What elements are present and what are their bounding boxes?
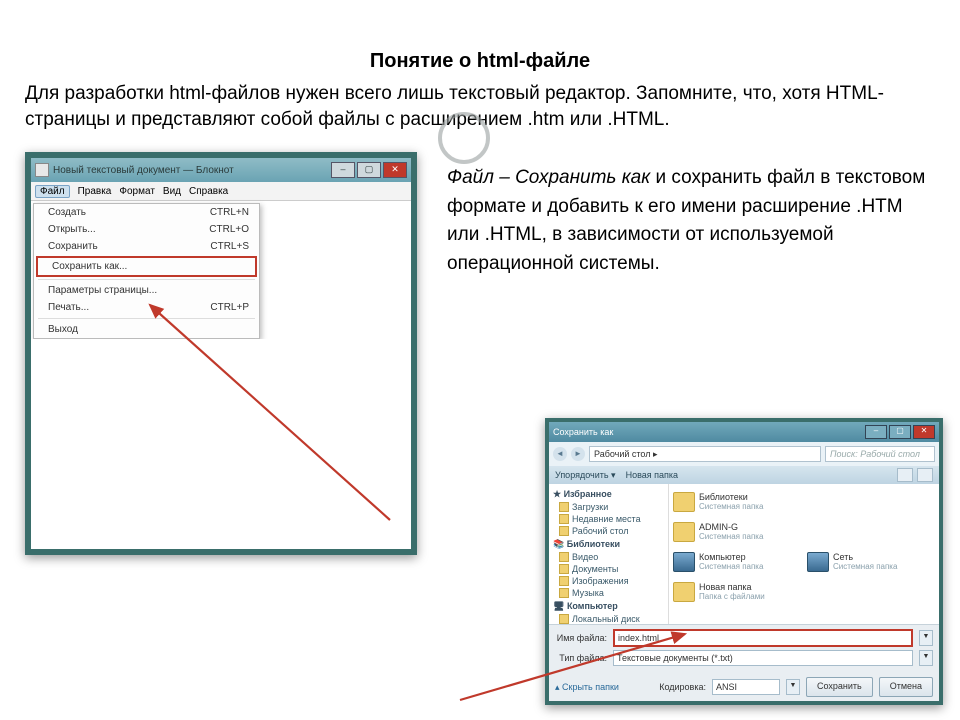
menu-item-exit[interactable]: Выход xyxy=(34,321,259,338)
help-icon[interactable] xyxy=(917,468,933,482)
notepad-icon xyxy=(35,163,49,177)
list-item[interactable]: ADMIN-GСистемная папка xyxy=(673,518,801,546)
search-field[interactable]: Поиск: Рабочий стол xyxy=(825,446,935,462)
dialog-toolbar: Упорядочить ▾ Новая папка xyxy=(549,466,939,484)
dialog-bottom: Имя файла: index.html ▼ Тип файла: Текст… xyxy=(549,624,939,673)
dialog-file-list: БиблиотекиСистемная папка ADMIN-GСистемн… xyxy=(669,484,939,624)
new-folder-button[interactable]: Новая папка xyxy=(626,470,678,480)
list-item[interactable]: Новая папкаПапка с файлами xyxy=(673,578,801,606)
menu-item-save-as[interactable]: Сохранить как... xyxy=(36,256,257,277)
dialog-titlebar: Сохранить как – ▢ ✕ xyxy=(549,422,939,442)
menu-help[interactable]: Справка xyxy=(189,186,228,197)
menu-item-open[interactable]: Открыть...CTRL+O xyxy=(34,221,259,238)
organize-button[interactable]: Упорядочить ▾ xyxy=(555,470,616,481)
dialog-navbar: ◄ ► Рабочий стол ▸ Поиск: Рабочий стол xyxy=(549,442,939,466)
menu-edit[interactable]: Правка xyxy=(78,186,112,197)
menu-format[interactable]: Формат xyxy=(119,186,155,197)
dialog-sidebar: ★ Избранное Загрузки Недавние места Рабо… xyxy=(549,484,669,624)
sidebar-item-docs[interactable]: Документы xyxy=(551,563,666,575)
menu-item-save[interactable]: СохранитьCTRL+S xyxy=(34,238,259,255)
intro-text: Для разработки html-файлов нужен всего л… xyxy=(25,81,935,132)
save-button[interactable]: Сохранить xyxy=(806,677,873,697)
back-icon[interactable]: ◄ xyxy=(553,447,567,461)
notepad-body xyxy=(31,339,411,549)
save-as-dialog: Сохранить как – ▢ ✕ ◄ ► Рабочий стол ▸ П… xyxy=(545,418,943,705)
encoding-dropdown-icon[interactable]: ▼ xyxy=(786,679,800,695)
dialog-footer: ▴ Скрыть папки Кодировка: ANSI ▼ Сохрани… xyxy=(549,673,939,701)
list-item[interactable]: КомпьютерСистемная папка xyxy=(673,548,801,576)
notepad-titlebar: Новый текстовый документ — Блокнот – ▢ ✕ xyxy=(31,158,411,182)
sidebar-item-desktop[interactable]: Рабочий стол xyxy=(551,525,666,537)
filetype-input[interactable]: Текстовые документы (*.txt) xyxy=(613,650,913,666)
menu-item-new[interactable]: СоздатьCTRL+N xyxy=(34,204,259,221)
forward-icon[interactable]: ► xyxy=(571,447,585,461)
notepad-menubar: Файл Правка Формат Вид Справка xyxy=(31,182,411,201)
encoding-select[interactable]: ANSI xyxy=(712,679,780,695)
menu-view[interactable]: Вид xyxy=(163,186,181,197)
dialog-title: Сохранить как xyxy=(553,427,613,437)
sidebar-group-favorites: ★ Избранное xyxy=(553,489,666,500)
file-dropdown: СоздатьCTRL+N Открыть...CTRL+O Сохранить… xyxy=(33,203,260,339)
filetype-dropdown-icon[interactable]: ▼ xyxy=(919,650,933,666)
dialog-maximize[interactable]: ▢ xyxy=(889,425,911,439)
instruction-text: Файл – Сохранить как и сохранить файл в … xyxy=(447,152,935,278)
sidebar-item-music[interactable]: Музыка xyxy=(551,587,666,599)
notepad-window: Новый текстовый документ — Блокнот – ▢ ✕… xyxy=(25,152,417,555)
maximize-button[interactable]: ▢ xyxy=(357,162,381,178)
menu-separator xyxy=(38,318,255,319)
filename-dropdown-icon[interactable]: ▼ xyxy=(919,630,933,646)
sidebar-item-recent[interactable]: Недавние места xyxy=(551,513,666,525)
sidebar-item-localdisk[interactable]: Локальный диск xyxy=(551,613,666,624)
page-title: Понятие о html-файле xyxy=(25,50,935,73)
encoding-label: Кодировка: xyxy=(659,682,706,692)
hide-folders-link[interactable]: ▴ Скрыть папки xyxy=(555,682,619,693)
filename-input[interactable]: index.html xyxy=(613,629,913,647)
notepad-title: Новый текстовый документ — Блокнот xyxy=(53,165,234,176)
close-button[interactable]: ✕ xyxy=(383,162,407,178)
sidebar-group-computer: 🖥 Компьютер xyxy=(553,601,666,612)
dialog-close[interactable]: ✕ xyxy=(913,425,935,439)
dialog-minimize[interactable]: – xyxy=(865,425,887,439)
sidebar-item-downloads[interactable]: Загрузки xyxy=(551,501,666,513)
minimize-button[interactable]: – xyxy=(331,162,355,178)
menu-item-print[interactable]: Печать...CTRL+P xyxy=(34,299,259,316)
menu-file[interactable]: Файл xyxy=(35,185,70,198)
menu-separator xyxy=(38,279,255,280)
sidebar-group-libraries: 📚 Библиотеки xyxy=(553,539,666,550)
path-field[interactable]: Рабочий стол ▸ xyxy=(589,446,821,462)
view-icon[interactable] xyxy=(897,468,913,482)
list-item[interactable]: БиблиотекиСистемная папка xyxy=(673,488,801,516)
cancel-button[interactable]: Отмена xyxy=(879,677,933,697)
filetype-label: Тип файла: xyxy=(555,653,607,663)
sidebar-item-video[interactable]: Видео xyxy=(551,551,666,563)
sidebar-item-images[interactable]: Изображения xyxy=(551,575,666,587)
filename-label: Имя файла: xyxy=(555,633,607,643)
menu-item-page-setup[interactable]: Параметры страницы... xyxy=(34,282,259,299)
list-item[interactable]: СетьСистемная папка xyxy=(807,548,935,576)
